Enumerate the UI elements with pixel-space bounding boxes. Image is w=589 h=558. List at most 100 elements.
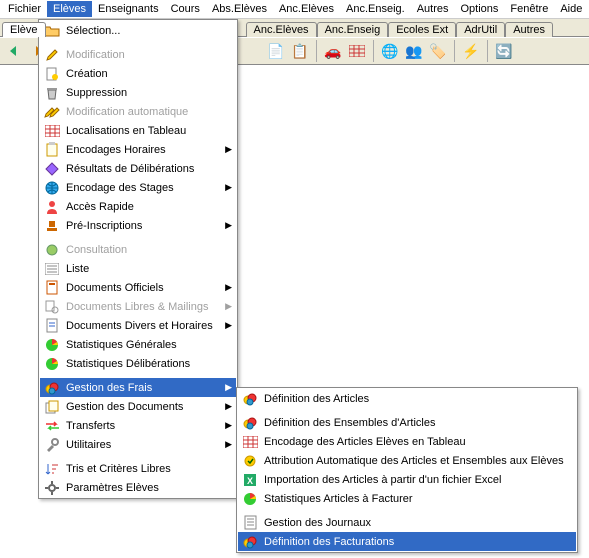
menu-eleves-item-3[interactable]: Création bbox=[40, 64, 236, 83]
menu-fichier[interactable]: Fichier bbox=[2, 1, 47, 17]
menu-sub-item-2[interactable]: Définition des Ensembles d'Articles bbox=[238, 413, 576, 432]
double-pencil-icon bbox=[43, 104, 61, 120]
menu-eleves-item-26[interactable]: Tris et Critères Libres bbox=[40, 459, 236, 478]
menu-item-label: Transferts bbox=[66, 420, 218, 432]
money-icon bbox=[241, 534, 259, 550]
badge-icon[interactable]: 🏷️ bbox=[428, 41, 448, 61]
menu-eleves-item-23[interactable]: Transferts ▶ bbox=[40, 416, 236, 435]
submenu-arrow-icon: ▶ bbox=[225, 420, 232, 431]
menu-eleves-item-22[interactable]: Gestion des Documents ▶ bbox=[40, 397, 236, 416]
menu-item-label: Accès Rapide bbox=[66, 201, 218, 213]
money-icon bbox=[43, 380, 61, 396]
menu-item-label: Utilitaires bbox=[66, 439, 218, 451]
tab-adrutil[interactable]: AdrUtil bbox=[456, 22, 505, 37]
menu-item-label: Importation des Articles à partir d'un f… bbox=[264, 474, 558, 486]
money-icon bbox=[241, 391, 259, 407]
menu-sub-item-3[interactable]: Encodage des Articles Elèves en Tableau bbox=[238, 432, 576, 451]
menu-item-label: Création bbox=[66, 68, 218, 80]
menu-item-label: Statistiques Générales bbox=[66, 339, 218, 351]
menu-eleves[interactable]: Elèves bbox=[47, 1, 92, 17]
tab-autres2[interactable]: Autres bbox=[505, 22, 553, 37]
menu-item-label: Résultats de Délibérations bbox=[66, 163, 218, 175]
menu-item-label: Statistiques Articles à Facturer bbox=[264, 493, 558, 505]
copy-icon[interactable]: 📋 bbox=[290, 41, 310, 61]
menu-eleves-item-4[interactable]: Suppression bbox=[40, 83, 236, 102]
clipboard-icon bbox=[43, 142, 61, 158]
menu-item-label: Documents Officiels bbox=[66, 282, 218, 294]
menu-item-label: Sélection... bbox=[66, 25, 218, 37]
menu-eleves-item-10[interactable]: Accès Rapide bbox=[40, 197, 236, 216]
menu-separator bbox=[239, 510, 575, 511]
menu-eleves-item-0[interactable]: Sélection... bbox=[40, 21, 236, 40]
menu-sub-item-6[interactable]: Statistiques Articles à Facturer bbox=[238, 489, 576, 508]
menu-eleves-item-21[interactable]: Gestion des Frais▶ bbox=[40, 378, 236, 397]
pie-icon bbox=[43, 356, 61, 372]
submenu-arrow-icon: ▶ bbox=[225, 401, 232, 412]
menu-eleves-item-27[interactable]: Paramètres Elèves bbox=[40, 478, 236, 497]
lightning-icon[interactable]: ⚡ bbox=[461, 41, 481, 61]
car-icon[interactable]: 🚗 bbox=[323, 41, 343, 61]
menu-eleves-item-5: Modification automatique bbox=[40, 102, 236, 121]
menu-eleves-item-8[interactable]: Résultats de Délibérations bbox=[40, 159, 236, 178]
stamp-icon bbox=[43, 218, 61, 234]
menu-aide[interactable]: Aide bbox=[554, 1, 588, 17]
journal-icon bbox=[241, 515, 259, 531]
submenu-arrow-icon: ▶ bbox=[225, 144, 232, 155]
menu-fenetre[interactable]: Fenêtre bbox=[504, 1, 554, 17]
tab-eleve[interactable]: Elève bbox=[2, 22, 46, 37]
menu-eleves-item-18[interactable]: Statistiques Générales bbox=[40, 335, 236, 354]
refresh-icon[interactable]: 🔄 bbox=[494, 41, 514, 61]
doc-misc-icon bbox=[43, 318, 61, 334]
submenu-arrow-icon: ▶ bbox=[225, 320, 232, 331]
globe-icon[interactable]: 🌐 bbox=[380, 41, 400, 61]
tab-ancenseig[interactable]: Anc.Enseig bbox=[317, 22, 389, 37]
menu-options[interactable]: Options bbox=[455, 1, 505, 17]
menu-eleves-item-24[interactable]: Utilitaires▶ bbox=[40, 435, 236, 454]
tools-icon bbox=[43, 437, 61, 453]
menu-separator bbox=[41, 237, 235, 238]
menu-anceleves[interactable]: Anc.Elèves bbox=[273, 1, 340, 17]
menu-sub-item-0[interactable]: Définition des Articles bbox=[238, 389, 576, 408]
menu-item-label: Encodages Horaires bbox=[66, 144, 218, 156]
menu-ancenseig[interactable]: Anc.Enseig. bbox=[340, 1, 411, 17]
menu-item-label: Paramètres Elèves bbox=[66, 482, 218, 494]
menu-eleves-item-16: Documents Libres & Mailings▶ bbox=[40, 297, 236, 316]
submenu-arrow-icon: ▶ bbox=[225, 220, 232, 231]
menu-item-label: Encodage des Stages bbox=[66, 182, 218, 194]
menu-eleves-item-15[interactable]: Documents Officiels▶ bbox=[40, 278, 236, 297]
grid-icon[interactable] bbox=[347, 41, 367, 61]
back-icon[interactable] bbox=[4, 41, 24, 61]
tab-ecolesext[interactable]: Ecoles Ext bbox=[388, 22, 456, 37]
menu-item-label: Attribution Automatique des Articles et … bbox=[264, 455, 564, 467]
menu-abseleves[interactable]: Abs.Elèves bbox=[206, 1, 273, 17]
menu-item-label: Pré-Inscriptions bbox=[66, 220, 218, 232]
menu-eleves-item-14[interactable]: Liste bbox=[40, 259, 236, 278]
menu-eleves-item-6[interactable]: Localisations en Tableau bbox=[40, 121, 236, 140]
people-icon[interactable]: 👥 bbox=[404, 41, 424, 61]
menu-cours[interactable]: Cours bbox=[165, 1, 206, 17]
menu-eleves-item-7[interactable]: Encodages Horaires ▶ bbox=[40, 140, 236, 159]
docs-stack-icon bbox=[43, 399, 61, 415]
menu-sub-item-4[interactable]: Attribution Automatique des Articles et … bbox=[238, 451, 576, 470]
menu-item-label: Définition des Articles bbox=[264, 393, 558, 405]
tab-anceleves[interactable]: Anc.Elèves bbox=[246, 22, 317, 37]
menu-item-label: Tris et Critères Libres bbox=[66, 463, 218, 475]
menu-eleves-item-17[interactable]: Documents Divers et Horaires ▶ bbox=[40, 316, 236, 335]
menu-enseignants[interactable]: Enseignants bbox=[92, 1, 165, 17]
menu-eleves-item-11[interactable]: Pré-Inscriptions ▶ bbox=[40, 216, 236, 235]
grid-red-icon bbox=[241, 434, 259, 450]
menu-sub-item-5[interactable]: X Importation des Articles à partir d'un … bbox=[238, 470, 576, 489]
menu-item-label: Définition des Facturations bbox=[264, 536, 558, 548]
menu-autres[interactable]: Autres bbox=[411, 1, 455, 17]
svg-text:X: X bbox=[247, 476, 253, 486]
pie-icon bbox=[43, 337, 61, 353]
excel-icon: X bbox=[241, 472, 259, 488]
menu-item-label: Gestion des Documents bbox=[66, 401, 218, 413]
menu-sub-item-9[interactable]: Définition des Facturations bbox=[238, 532, 576, 551]
menu-item-label: Documents Divers et Horaires bbox=[66, 320, 218, 332]
menu-eleves-item-9[interactable]: Encodage des Stages ▶ bbox=[40, 178, 236, 197]
submenu-arrow-icon: ▶ bbox=[225, 182, 232, 193]
doc-icon[interactable]: 📄 bbox=[266, 41, 286, 61]
menu-eleves-item-19[interactable]: Statistiques Délibérations bbox=[40, 354, 236, 373]
menu-sub-item-8[interactable]: Gestion des Journaux bbox=[238, 513, 576, 532]
